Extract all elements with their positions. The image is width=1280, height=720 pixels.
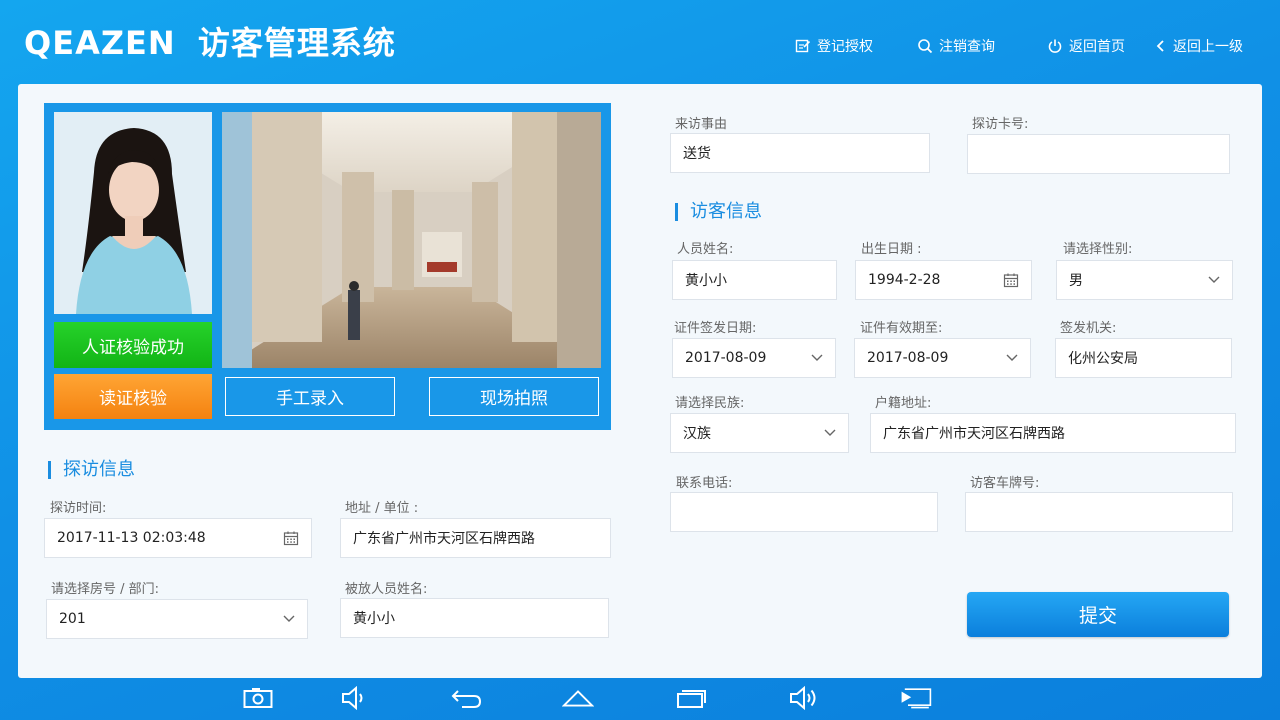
birth-date-field[interactable]: 1994-2-28 (855, 260, 1032, 300)
domicile-field[interactable]: 广东省广州市天河区石牌西路 (870, 413, 1236, 453)
nav-register-auth[interactable]: 登记授权 (795, 36, 873, 56)
gender-value: 男 (1069, 273, 1083, 289)
nav-cancel-query[interactable]: 注销查询 (917, 36, 995, 56)
issue-date-label: 证件签发日期: (674, 321, 757, 336)
authority-value: 化州公安局 (1068, 351, 1138, 367)
phone-field[interactable] (670, 492, 938, 532)
nav-home-label: 返回首页 (1069, 39, 1125, 55)
visit-info-section-title: 探访信息 (48, 461, 135, 479)
address-label: 地址 / 单位 : (345, 501, 419, 516)
volume-up-icon[interactable] (788, 684, 820, 712)
volume-down-icon[interactable] (338, 684, 370, 712)
screenshot-icon[interactable] (242, 684, 274, 712)
visit-time-value: 2017-11-13 02:03:48 (57, 530, 206, 546)
valid-until-label: 证件有效期至: (860, 321, 943, 336)
visitee-value: 黄小小 (353, 611, 395, 627)
verify-success-button[interactable]: 人证核验成功 (54, 322, 212, 368)
live-photo-button[interactable]: 现场拍照 (429, 377, 599, 416)
screen-cast-icon[interactable] (900, 684, 932, 712)
plate-label: 访客车牌号: (970, 476, 1040, 491)
power-icon (1048, 39, 1062, 53)
nav-back-label: 返回上一级 (1173, 39, 1243, 55)
visitee-label: 被放人员姓名: (345, 582, 428, 597)
calendar-icon[interactable] (283, 530, 299, 546)
system-title: 访客管理系统 (197, 24, 396, 62)
address-value: 广东省广州市天河区石牌西路 (353, 531, 535, 547)
domicile-label: 户籍地址: (875, 396, 932, 411)
plate-field[interactable] (965, 492, 1233, 532)
ethnicity-value: 汉族 (683, 426, 711, 442)
app-title: QEAZEN 访客管理系统 (24, 18, 396, 64)
name-field[interactable]: 黄小小 (672, 260, 837, 300)
room-value: 201 (59, 611, 86, 627)
birth-date-label: 出生日期 : (861, 242, 922, 257)
issue-date-select[interactable]: 2017-08-09 (672, 338, 836, 378)
visitor-info-section-title: 访客信息 (675, 203, 762, 221)
nav-cancel-query-label: 注销查询 (939, 39, 995, 55)
chevron-down-icon (1006, 354, 1018, 361)
room-select[interactable]: 201 (46, 599, 308, 639)
live-camera-view (222, 112, 601, 368)
back-icon[interactable] (450, 684, 482, 712)
reason-label: 来访事由 (675, 117, 728, 132)
nav-back[interactable]: 返回上一级 (1155, 36, 1243, 56)
chevron-down-icon (811, 354, 823, 361)
read-id-button[interactable]: 读证核验 (54, 374, 212, 419)
visit-time-field[interactable]: 2017-11-13 02:03:48 (44, 518, 312, 558)
phone-label: 联系电话: (676, 476, 733, 491)
edit-icon (795, 39, 811, 53)
address-field[interactable]: 广东省广州市天河区石牌西路 (340, 518, 611, 558)
name-value: 黄小小 (685, 273, 727, 289)
nav-register-auth-label: 登记授权 (817, 39, 873, 55)
issue-date-value: 2017-08-09 (685, 350, 767, 366)
visit-card-field[interactable] (967, 134, 1230, 174)
reason-field[interactable]: 送货 (670, 133, 930, 173)
authority-label: 签发机关: (1060, 321, 1117, 336)
valid-until-value: 2017-08-09 (867, 350, 949, 366)
ethnicity-label: 请选择民族: (675, 396, 745, 411)
name-label: 人员姓名: (677, 242, 734, 257)
valid-until-select[interactable]: 2017-08-09 (854, 338, 1031, 378)
room-label: 请选择房号 / 部门: (51, 582, 160, 597)
visit-card-label: 探访卡号: (972, 117, 1029, 132)
search-icon (918, 39, 933, 54)
home-icon[interactable] (562, 684, 594, 712)
gender-label: 请选择性别: (1063, 242, 1133, 257)
id-portrait-photo (54, 112, 212, 314)
submit-button[interactable]: 提交 (967, 592, 1229, 637)
system-navigation-bar (0, 680, 1280, 720)
visitee-field[interactable]: 黄小小 (340, 598, 609, 638)
birth-date-value: 1994-2-28 (868, 272, 941, 288)
nav-home[interactable]: 返回首页 (1047, 36, 1125, 56)
main-card: 人证核验成功 读证核验 手工录入 现场拍照 探访信息 探访时间: 2017-11… (18, 84, 1262, 678)
id-verify-panel: 人证核验成功 读证核验 手工录入 现场拍照 (44, 103, 611, 430)
brand-logo-text: QEAZEN (24, 24, 176, 62)
authority-field[interactable]: 化州公安局 (1055, 338, 1232, 378)
chevron-down-icon (824, 429, 836, 436)
manual-entry-button[interactable]: 手工录入 (225, 377, 395, 416)
visit-time-label: 探访时间: (50, 501, 107, 516)
ethnicity-select[interactable]: 汉族 (670, 413, 849, 453)
calendar-icon[interactable] (1003, 272, 1019, 288)
chevron-down-icon (283, 615, 295, 622)
recent-apps-icon[interactable] (676, 684, 708, 712)
domicile-value: 广东省广州市天河区石牌西路 (883, 426, 1065, 442)
chevron-down-icon (1208, 276, 1220, 283)
reason-value: 送货 (683, 146, 711, 162)
chevron-left-icon (1156, 40, 1164, 52)
gender-select[interactable]: 男 (1056, 260, 1233, 300)
header-bar: QEAZEN 访客管理系统 登记授权 注销查询 返回首页 返回上一级 (0, 0, 1280, 82)
